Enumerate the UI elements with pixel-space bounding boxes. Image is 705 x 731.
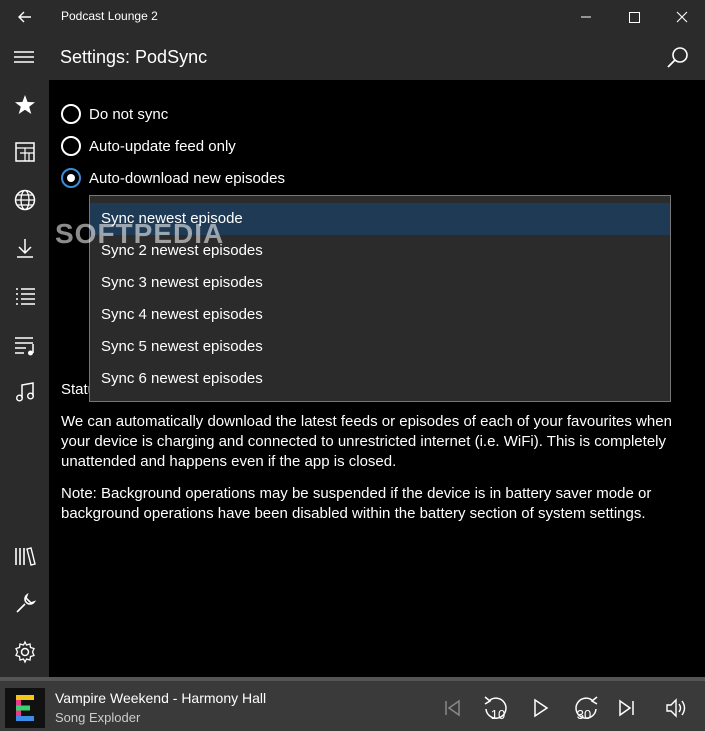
dropdown-option[interactable]: Sync 5 newest episodes <box>90 331 670 363</box>
dropdown-option[interactable]: Sync 2 newest episodes <box>90 235 670 267</box>
volume-icon[interactable] <box>662 693 692 723</box>
radio-auto-update-feed[interactable]: Auto-update feed only <box>61 134 236 158</box>
download-icon[interactable] <box>10 233 40 263</box>
sync-count-dropdown[interactable]: Sync newest episode Sync 2 newest episod… <box>89 195 671 402</box>
library-icon[interactable] <box>10 541 40 571</box>
note-text: Note: Background operations may be suspe… <box>61 485 652 522</box>
search-icon[interactable] <box>664 44 692 72</box>
music-note-icon[interactable] <box>10 377 40 407</box>
playlist-icon[interactable] <box>10 330 40 360</box>
page-header: Settings: PodSync <box>0 34 705 80</box>
skip-forward-icon[interactable]: 30 <box>567 693 601 723</box>
skip-back-seconds: 10 <box>491 707 505 722</box>
track-title: Vampire Weekend - Harmony Hall <box>55 690 267 706</box>
back-icon[interactable] <box>12 6 38 28</box>
window-title: Podcast Lounge 2 <box>61 9 158 23</box>
dropdown-option[interactable]: Sync 3 newest episodes <box>90 267 670 299</box>
minimize-button[interactable] <box>563 0 609 34</box>
radio-label: Do not sync <box>89 105 169 123</box>
dropdown-option[interactable]: Sync 6 newest episodes <box>90 363 670 395</box>
radio-do-not-sync[interactable]: Do not sync <box>61 102 168 126</box>
page-title: Settings: PodSync <box>60 47 208 67</box>
favourites-star-icon[interactable] <box>10 90 40 120</box>
close-button[interactable] <box>659 0 705 34</box>
play-icon[interactable] <box>525 693 555 723</box>
radio-label: Auto-download new episodes <box>89 169 285 187</box>
radio-auto-download[interactable]: Auto-download new episodes <box>61 166 285 190</box>
skip-forward-seconds: 30 <box>577 707 591 722</box>
dropdown-option-selected[interactable]: Sync newest episode <box>90 203 670 235</box>
maximize-button[interactable] <box>611 0 657 34</box>
skip-back-icon[interactable]: 10 <box>481 693 515 723</box>
album-art[interactable] <box>5 688 45 728</box>
player-bar: Vampire Weekend - Harmony Hall Song Expl… <box>0 677 705 731</box>
title-bar: Podcast Lounge 2 <box>0 0 705 34</box>
radio-button[interactable] <box>61 136 81 156</box>
previous-track-icon[interactable] <box>437 693 467 723</box>
hamburger-menu-icon[interactable] <box>11 46 37 68</box>
radio-button[interactable] <box>61 104 81 124</box>
description-text: We can automatically download the latest… <box>61 413 672 470</box>
radio-label: Auto-update feed only <box>89 137 236 155</box>
globe-icon[interactable] <box>10 185 40 215</box>
dropdown-option[interactable]: Sync 4 newest episodes <box>90 299 670 331</box>
settings-gear-icon[interactable] <box>10 637 40 667</box>
wrench-icon[interactable] <box>10 589 40 619</box>
list-icon[interactable] <box>10 281 40 311</box>
radio-button-checked[interactable] <box>61 168 81 188</box>
next-track-icon[interactable] <box>612 693 642 723</box>
chart-grid-icon[interactable] <box>10 137 40 167</box>
sidebar <box>0 80 49 677</box>
track-subtitle: Song Exploder <box>55 710 141 725</box>
